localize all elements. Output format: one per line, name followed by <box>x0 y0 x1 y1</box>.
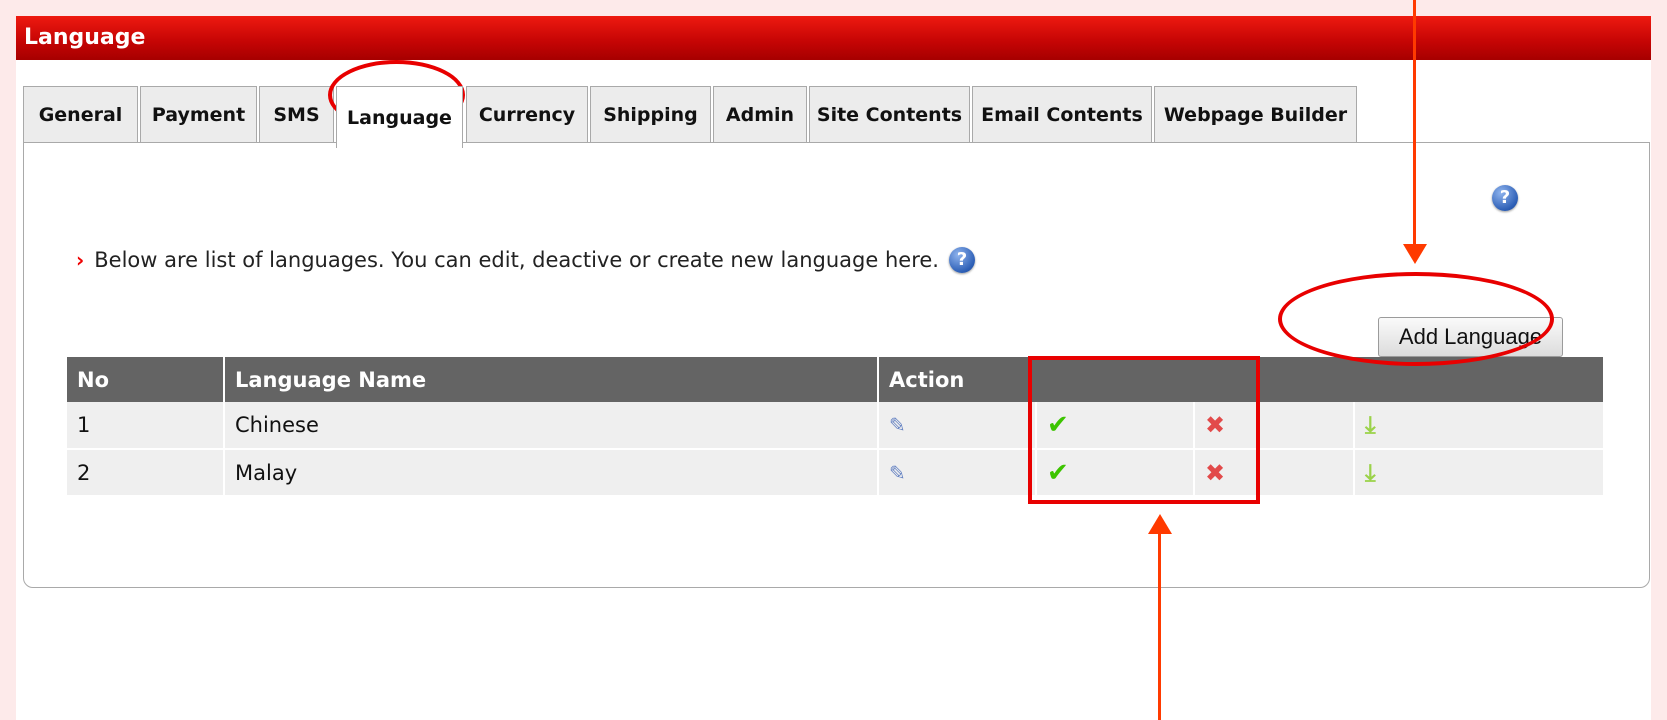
chevron-right-icon: › <box>76 248 85 272</box>
delete-icon[interactable]: ✖ <box>1205 411 1225 439</box>
help-icon[interactable]: ? <box>948 247 975 273</box>
intro-text: Below are list of languages. You can edi… <box>94 248 939 272</box>
tab-shipping[interactable]: Shipping <box>590 86 711 143</box>
language-name: Malay <box>224 449 879 497</box>
edit-icon[interactable]: ✎ <box>889 461 906 485</box>
table-header-row: No Language Name Action <box>67 357 1605 402</box>
tab-language[interactable]: Language <box>336 86 463 148</box>
tab-webpage-builder[interactable]: Webpage Builder <box>1154 86 1357 143</box>
download-icon[interactable]: ⤓ <box>1365 411 1376 439</box>
tab-admin[interactable]: Admin <box>713 86 807 143</box>
intro-line: › Below are list of languages. You can e… <box>76 247 975 273</box>
help-icon[interactable]: ? <box>1492 185 1518 211</box>
column-header-no: No <box>67 357 225 402</box>
row-number: 2 <box>67 449 225 497</box>
language-table: No Language Name Action 1 Chinese ✎ ✔ ✖ … <box>67 357 1605 497</box>
tab-content: ? › Below are list of languages. You can… <box>23 142 1650 588</box>
language-settings-panel: Language General Payment SMS Language Cu… <box>16 16 1651 720</box>
activate-check-icon[interactable]: ✔ <box>1047 410 1069 440</box>
panel-title: Language <box>16 16 1651 60</box>
language-name: Chinese <box>224 402 879 450</box>
download-icon[interactable]: ⤓ <box>1365 459 1376 487</box>
column-header-action: Action <box>878 357 1605 402</box>
edit-icon[interactable]: ✎ <box>889 413 906 437</box>
activate-check-icon[interactable]: ✔ <box>1047 458 1069 488</box>
delete-icon[interactable]: ✖ <box>1205 459 1225 487</box>
tab-currency[interactable]: Currency <box>466 86 588 143</box>
row-number: 1 <box>67 402 225 450</box>
table-row: 2 Malay ✎ ✔ ✖ ⤓ <box>67 449 1605 497</box>
column-header-language-name: Language Name <box>224 357 879 402</box>
tab-email-contents[interactable]: Email Contents <box>972 86 1152 143</box>
tab-general[interactable]: General <box>23 86 138 143</box>
add-language-button[interactable]: Add Language <box>1378 317 1563 357</box>
table-row: 1 Chinese ✎ ✔ ✖ ⤓ <box>67 402 1605 450</box>
tab-payment[interactable]: Payment <box>140 86 257 143</box>
tab-site-contents[interactable]: Site Contents <box>809 86 970 143</box>
tab-sms[interactable]: SMS <box>259 86 334 143</box>
